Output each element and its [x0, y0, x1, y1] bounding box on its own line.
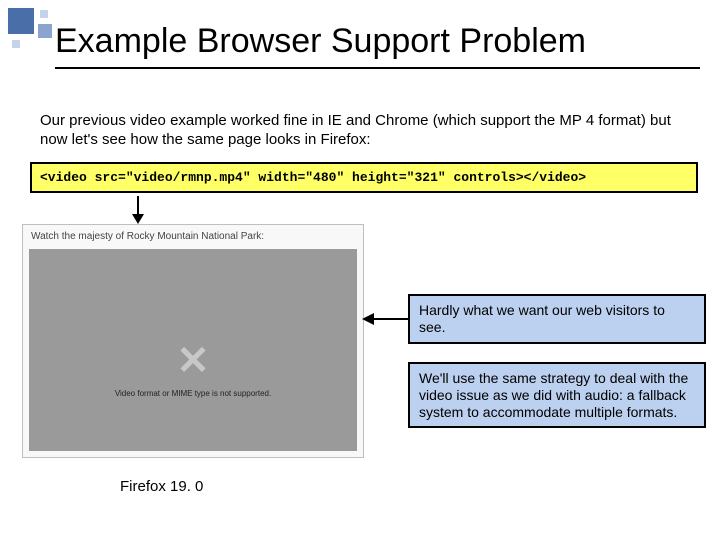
- arrow-left-icon: [362, 312, 408, 331]
- video-placeholder: ✕ Video format or MIME type is not suppo…: [29, 249, 357, 451]
- page-title: Example Browser Support Problem: [55, 22, 700, 69]
- callout-box-1: Hardly what we want our web visitors to …: [408, 294, 706, 344]
- page-caption: Watch the majesty of Rocky Mountain Nati…: [31, 231, 264, 242]
- video-error-text: Video format or MIME type is not support…: [29, 389, 357, 398]
- callout-box-2: We'll use the same strategy to deal with…: [408, 362, 706, 428]
- code-block: <video src="video/rmnp.mp4" width="480" …: [30, 162, 698, 193]
- firefox-label: Firefox 19. 0: [120, 478, 203, 495]
- intro-text: Our previous video example worked fine i…: [40, 112, 690, 150]
- browser-screenshot: Watch the majesty of Rocky Mountain Nati…: [22, 224, 364, 458]
- x-icon: ✕: [29, 341, 357, 381]
